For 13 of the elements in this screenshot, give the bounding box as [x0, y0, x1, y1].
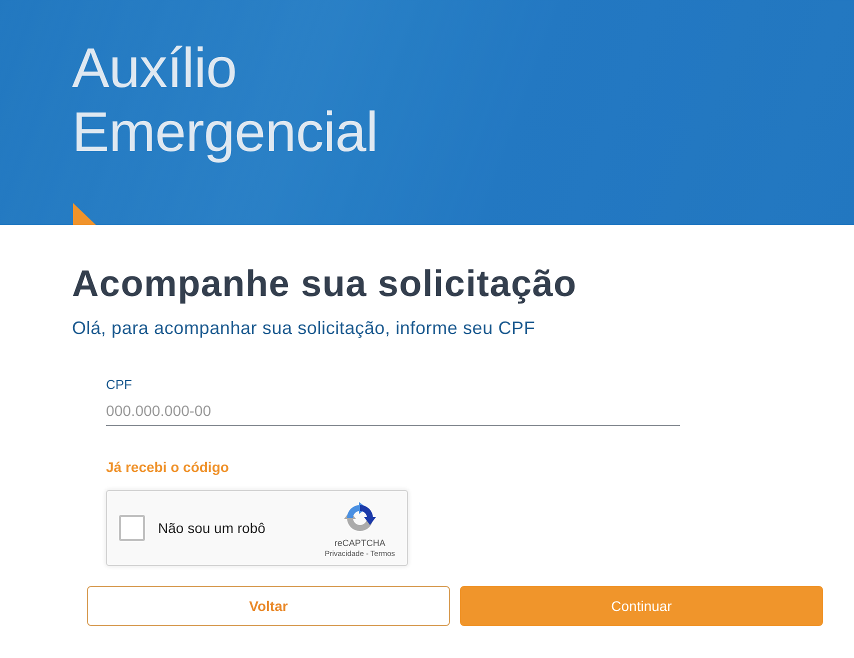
captcha-checkbox[interactable] — [119, 515, 145, 541]
page-title: Auxílio Emergencial — [72, 36, 379, 164]
cpf-input-field[interactable]: 000.000.000-00 — [106, 401, 680, 426]
action-button[interactable]: Voltar — [87, 586, 450, 626]
cpf-label: CPF — [106, 377, 132, 393]
captcha-brand: reCAPTCHA — [334, 538, 386, 548]
circular-arrows-icon — [344, 502, 376, 534]
captcha-label: Não sou um robô — [158, 520, 266, 536]
received-code-link[interactable]: Já recebi o código — [106, 458, 229, 476]
instruction-text: Olá, para acompanhar sua solicitação, informe seu CPF — [72, 317, 536, 339]
triangle-icon — [73, 203, 96, 225]
section-heading: Acompanhe sua solicitação — [72, 263, 578, 305]
action-button[interactable]: Continuar — [460, 586, 823, 626]
